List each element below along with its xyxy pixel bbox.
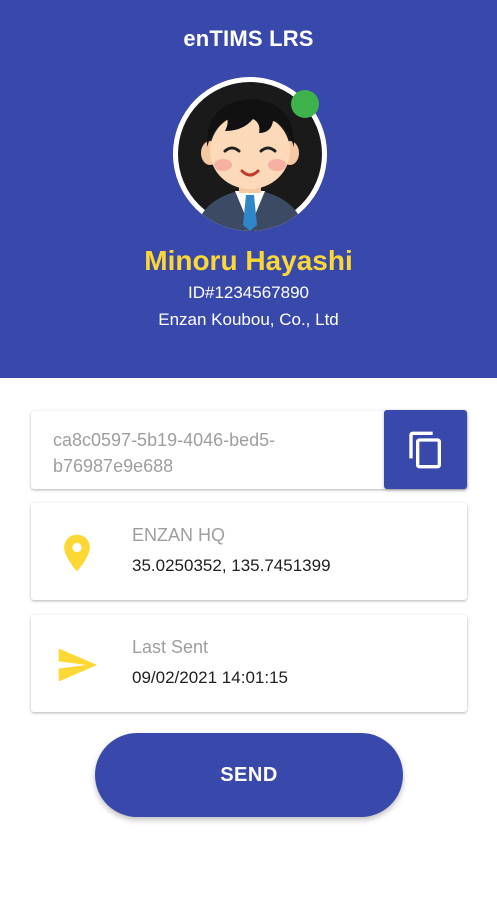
profile-header: enTIMS LRS Minoru Hayashi ID#1234567890 … bbox=[0, 0, 497, 378]
user-id: ID#1234567890 bbox=[187, 283, 309, 302]
last-sent-timestamp: 09/02/2021 14:01:15 bbox=[132, 668, 288, 687]
user-company: Enzan Koubou, Co., Ltd bbox=[158, 310, 339, 329]
location-card: ENZAN HQ 35.0250352, 135.7451399 bbox=[31, 503, 467, 600]
token-value[interactable]: ca8c0597-5b19-4046-bed5-b76987e9e688 bbox=[53, 427, 353, 479]
last-sent-card: Last Sent 09/02/2021 14:01:15 bbox=[31, 615, 467, 712]
location-label: ENZAN HQ bbox=[132, 525, 226, 545]
location-pin-icon bbox=[64, 534, 90, 572]
last-sent-label: Last Sent bbox=[132, 637, 209, 657]
send-button[interactable]: SEND bbox=[95, 733, 403, 817]
send-icon bbox=[58, 648, 98, 682]
online-status-dot bbox=[291, 90, 319, 118]
user-name: Minoru Hayashi bbox=[144, 245, 353, 276]
copy-button[interactable] bbox=[384, 410, 467, 489]
app-title: enTIMS LRS bbox=[183, 26, 314, 51]
copy-icon bbox=[408, 431, 441, 468]
location-coordinates: 35.0250352, 135.7451399 bbox=[132, 556, 331, 575]
